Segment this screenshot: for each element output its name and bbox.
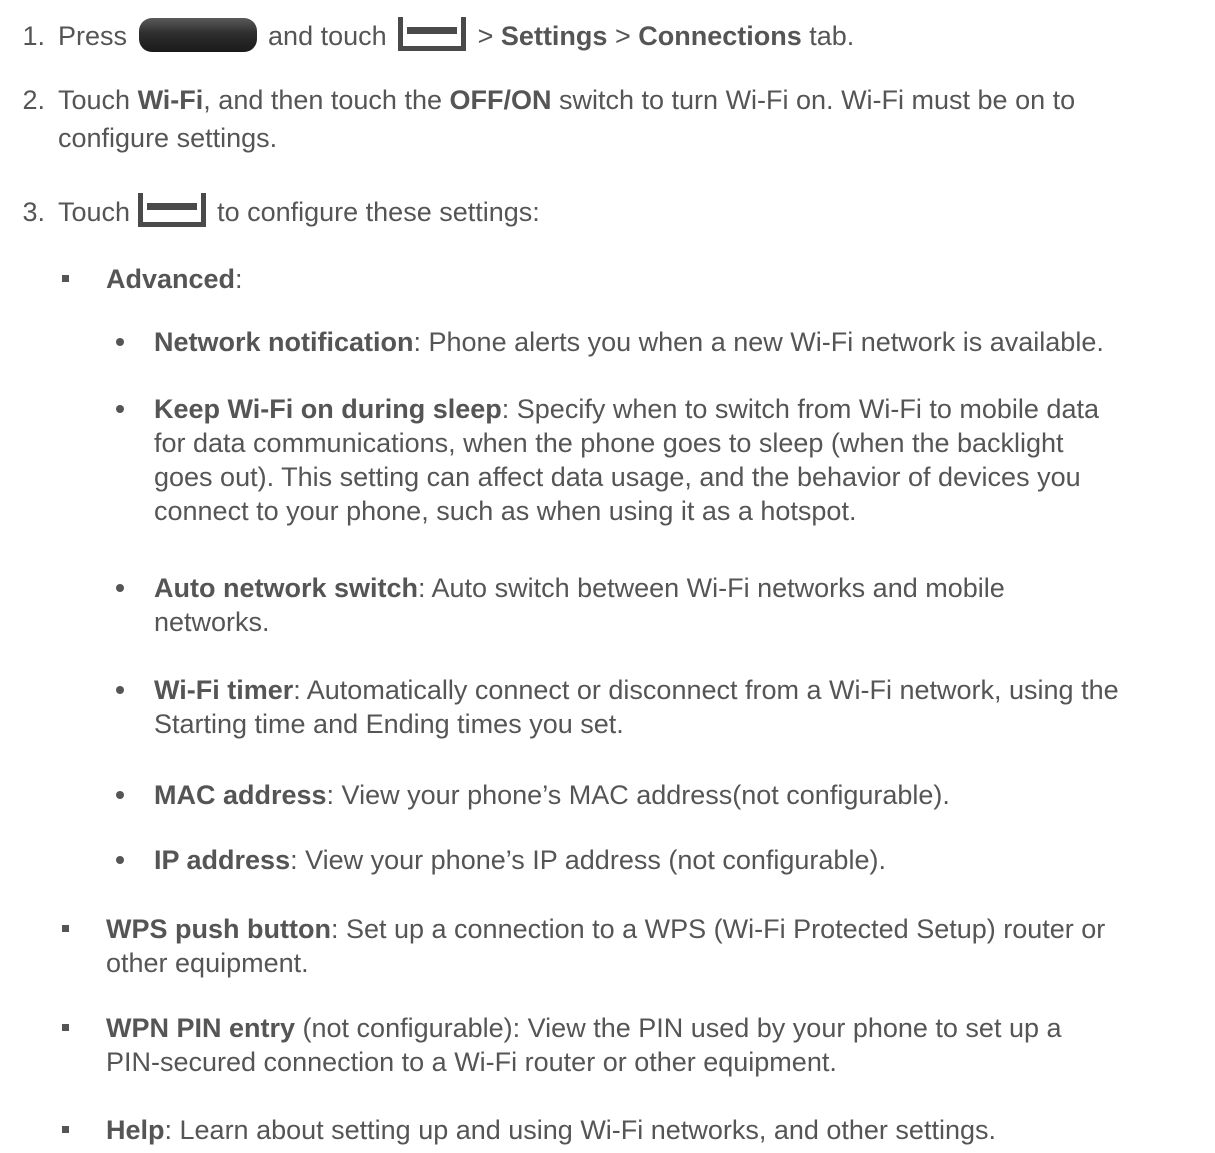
round-bullet-icon [116, 338, 124, 346]
item-description: networks. [154, 607, 270, 637]
item-label: MAC address [154, 780, 327, 810]
item-label: Wi-Fi timer [154, 675, 294, 705]
bullet-text: Advanced: [106, 264, 243, 294]
square-bullet-icon [62, 925, 69, 932]
item-first-line: MAC address: View your phone’s MAC addre… [154, 778, 950, 812]
manual-page: 1. Press and touch > Settings > Connecti… [0, 0, 1215, 1153]
item-description: : Automatically connect or disconnect fr… [293, 675, 1119, 705]
step-number: 1. [22, 21, 45, 51]
item-continuation-line: PIN-secured connection to a Wi-Fi router… [106, 1045, 837, 1079]
item-description: for data communications, when the phone … [154, 428, 1064, 458]
item-description: : View your phone’s IP address (not conf… [290, 845, 886, 875]
item-label: Help [106, 1115, 165, 1145]
item-description: : Phone alerts you when a new Wi-Fi netw… [413, 327, 1104, 357]
home-button-icon [138, 17, 257, 52]
item-first-line: Keep Wi-Fi on during sleep: Specify when… [154, 392, 1099, 426]
item-description: (not configurable): View the PIN used by… [295, 1013, 1062, 1043]
item-description: PIN-secured connection to a Wi-Fi router… [106, 1047, 837, 1077]
item-first-line: Auto network switch: Auto switch between… [154, 571, 1005, 605]
round-bullet-icon [116, 856, 124, 864]
item-description: connect to your phone, such as when usin… [154, 496, 857, 526]
step-number: 3. [22, 197, 45, 227]
square-bullet-icon [62, 275, 69, 282]
round-bullet-icon [116, 405, 124, 413]
item-description: : Learn about setting up and using Wi-Fi… [164, 1115, 996, 1145]
item-first-line: IP address: View your phone’s IP address… [154, 843, 886, 877]
item-label: Network notification [154, 327, 414, 357]
item-description: other equipment. [106, 948, 309, 978]
item-description: : Specify when to switch from Wi-Fi to m… [501, 394, 1099, 424]
item-first-line: WPS push button: Set up a connection to … [106, 912, 1105, 946]
item-continuation-line: Starting time and Ending times you set. [154, 707, 624, 741]
item-description: : Set up a connection to a WPS (Wi-Fi Pr… [330, 914, 1106, 944]
item-continuation-line: for data communications, when the phone … [154, 426, 1064, 460]
item-first-line: Wi-Fi timer: Automatically connect or di… [154, 673, 1119, 707]
menu-icon [398, 16, 467, 51]
round-bullet-icon [116, 686, 124, 694]
item-description: Starting time and Ending times you set. [154, 709, 624, 739]
step-text: Touch to configure these settings: [58, 192, 540, 231]
square-bullet-icon [62, 1126, 69, 1133]
item-label: WPS push button [106, 914, 331, 944]
step-number: 2. [22, 85, 45, 115]
round-bullet-icon [116, 791, 124, 799]
round-bullet-icon [116, 584, 124, 592]
item-description: : Auto switch between Wi-Fi networks and… [418, 573, 1005, 603]
item-label: Keep Wi-Fi on during sleep [154, 394, 502, 424]
square-bullet-icon [62, 1024, 69, 1031]
item-label: WPN PIN entry [106, 1013, 296, 1043]
item-continuation-line: networks. [154, 605, 270, 639]
step-text: Touch Wi-Fi, and then touch the OFF/ON s… [58, 85, 1076, 115]
item-description: : View your phone’s MAC address(not conf… [326, 780, 950, 810]
item-first-line: Network notification: Phone alerts you w… [154, 325, 1104, 359]
bullet-advanced: Advanced: [0, 262, 1215, 296]
item-label: IP address [154, 845, 291, 875]
item-continuation-line: other equipment. [106, 946, 309, 980]
item-description: goes out). This setting can affect data … [154, 462, 1081, 492]
step-text: Press and touch > Settings > Connections… [58, 16, 854, 55]
step-text-line-2: configure settings. [58, 123, 278, 153]
item-first-line: Help: Learn about setting up and using W… [106, 1113, 996, 1147]
item-first-line: WPN PIN entry (not configurable): View t… [106, 1011, 1062, 1045]
item-continuation-line: connect to your phone, such as when usin… [154, 494, 856, 528]
item-label: Auto network switch [154, 573, 419, 603]
menu-icon [137, 192, 206, 227]
item-continuation-line: goes out). This setting can affect data … [154, 460, 1081, 494]
